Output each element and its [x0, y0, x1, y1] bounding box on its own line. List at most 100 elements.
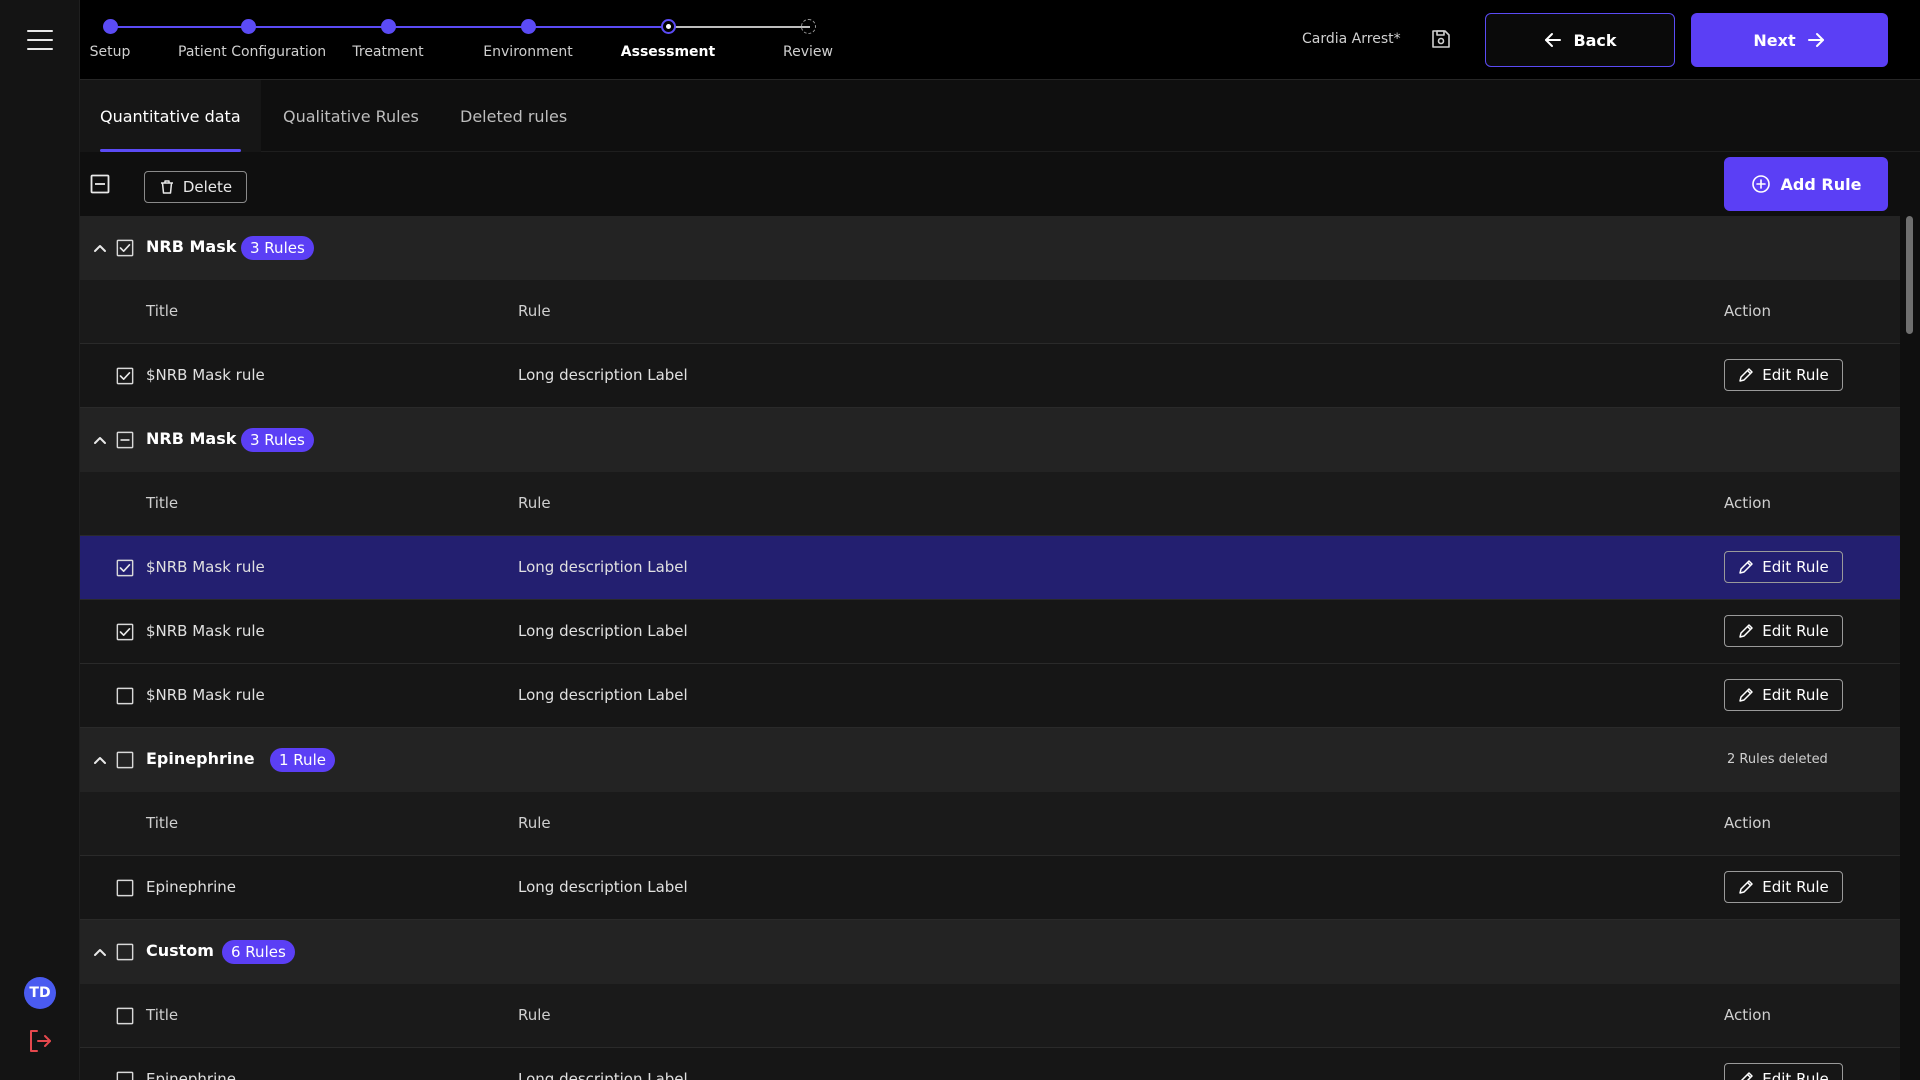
- edit-rule-button[interactable]: Edit Rule: [1724, 679, 1843, 711]
- step-patient-configuration[interactable]: Patient Configuration: [178, 0, 327, 80]
- delete-button[interactable]: Delete: [144, 171, 247, 203]
- add-rule-button[interactable]: Add Rule: [1724, 157, 1888, 211]
- edit-rule-button[interactable]: Edit Rule: [1724, 615, 1843, 647]
- column-header-rule: Rule: [518, 494, 551, 512]
- case-name: Cardia Arrest*: [1302, 31, 1401, 47]
- rule-title: $NRB Mask rule: [146, 686, 265, 704]
- rule-count-badge: 3 Rules: [241, 236, 314, 260]
- group-title: Epinephrine: [146, 749, 255, 768]
- trash-icon: [160, 180, 173, 194]
- rule-group-header[interactable]: NRB Mask 3 Rules: [80, 216, 1900, 280]
- rule-count-badge: 1 Rule: [270, 748, 335, 772]
- table-row[interactable]: $NRB Mask rule Long description Label Edit…: [80, 344, 1900, 408]
- header-checkbox[interactable]: [116, 1007, 134, 1025]
- row-checkbox[interactable]: [116, 559, 134, 577]
- step-label: Review: [783, 44, 833, 60]
- logout-icon[interactable]: [26, 1027, 54, 1055]
- rule-description: Long description Label: [518, 686, 688, 704]
- pencil-icon: [1741, 1072, 1754, 1080]
- table-row[interactable]: $NRB Mask rule Long description Label Edit…: [80, 600, 1900, 664]
- delete-button-label: Delete: [182, 178, 233, 196]
- tab-quantitative-data[interactable]: Quantitative data: [80, 80, 261, 152]
- chevron-up-icon[interactable]: [90, 942, 110, 962]
- table-row[interactable]: $NRB Mask rule Long description Label Edit…: [80, 664, 1900, 728]
- column-header-rule: Rule: [518, 302, 551, 320]
- pencil-icon: [1739, 624, 1754, 638]
- row-checkbox[interactable]: [116, 879, 134, 897]
- scrollbar-thumb[interactable]: [1906, 216, 1913, 334]
- rule-group-header[interactable]: NRB Mask 3 Rules: [80, 408, 1900, 472]
- step-label: Treatment: [352, 44, 424, 60]
- top-header: Setup Patient Configuration Treatment Envir…: [80, 0, 1920, 80]
- column-header-action: Action: [1724, 494, 1771, 512]
- rule-group-header[interactable]: Epinephrine 1 Rule 2 Rules deleted: [80, 728, 1900, 792]
- add-rule-button-label: Add Rule: [1780, 174, 1862, 194]
- table-header-row: Title Rule Action: [80, 984, 1900, 1048]
- rule-description: Long description Label: [518, 1070, 688, 1080]
- save-icon[interactable]: [1430, 28, 1452, 50]
- step-environment[interactable]: Environment: [458, 0, 598, 80]
- step-dot: [103, 19, 118, 34]
- step-dot: [521, 19, 536, 34]
- edit-rule-button[interactable]: Edit Rule: [1724, 551, 1843, 583]
- pencil-icon: [1739, 560, 1754, 574]
- group-checkbox[interactable]: [116, 239, 134, 257]
- select-all-checkbox[interactable]: [90, 174, 110, 194]
- group-title: Custom: [146, 941, 214, 960]
- table-row[interactable]: $NRB Mask rule Long description Label Edit…: [80, 536, 1900, 600]
- column-header-title: Title: [146, 494, 179, 512]
- step-dot: [241, 19, 256, 34]
- column-header-action: Action: [1724, 814, 1771, 832]
- progress-stepper: Setup Patient Configuration Treatment Envir…: [80, 0, 840, 80]
- table-header-row: Title Rule Action: [80, 792, 1900, 856]
- rule-group-header[interactable]: Custom 6 Rules: [80, 920, 1900, 984]
- table-row[interactable]: Epinephrine Long description Label Edit Ru…: [80, 856, 1900, 920]
- step-setup[interactable]: Setup: [40, 0, 180, 80]
- row-checkbox[interactable]: [116, 1071, 134, 1080]
- table-row[interactable]: Epinephrine Long description Label Edit Ru…: [80, 1048, 1900, 1080]
- step-label: Environment: [483, 44, 573, 60]
- column-header-rule: Rule: [518, 814, 551, 832]
- rule-title: $NRB Mask rule: [146, 558, 265, 576]
- rule-count-badge: 6 Rules: [222, 940, 295, 964]
- back-button[interactable]: Back: [1485, 13, 1675, 67]
- group-checkbox[interactable]: [116, 751, 134, 769]
- chevron-up-icon[interactable]: [90, 750, 110, 770]
- step-dot: [661, 19, 676, 34]
- deleted-rules-note: 2 Rules deleted: [1727, 752, 1828, 767]
- scrollbar[interactable]: [1906, 216, 1914, 1080]
- row-checkbox[interactable]: [116, 687, 134, 705]
- step-label: Patient Configuration: [178, 44, 327, 60]
- edit-rule-label: Edit Rule: [1762, 558, 1829, 576]
- column-header-title: Title: [146, 1006, 179, 1024]
- tab-deleted-rules[interactable]: Deleted rules: [440, 80, 587, 152]
- edit-rule-label: Edit Rule: [1762, 878, 1829, 896]
- chevron-up-icon[interactable]: [90, 238, 110, 258]
- rules-list: NRB Mask 3 Rules Title Rule Action $NRB Mask …: [80, 216, 1900, 1080]
- pencil-icon: [1739, 688, 1754, 702]
- step-assessment[interactable]: Assessment: [598, 0, 738, 80]
- avatar[interactable]: TD: [24, 977, 56, 1009]
- rule-title: $NRB Mask rule: [146, 622, 265, 640]
- next-button[interactable]: Next: [1691, 13, 1888, 67]
- group-checkbox[interactable]: [116, 943, 134, 961]
- column-header-rule: Rule: [518, 1006, 551, 1024]
- row-checkbox[interactable]: [116, 623, 134, 641]
- edit-rule-label: Edit Rule: [1762, 1070, 1829, 1080]
- rule-title: $NRB Mask rule: [146, 366, 265, 384]
- group-checkbox[interactable]: [116, 431, 134, 449]
- arrow-left-icon: [1545, 33, 1562, 47]
- row-checkbox[interactable]: [116, 367, 134, 385]
- edit-rule-button[interactable]: Edit Rule: [1724, 359, 1843, 391]
- chevron-up-icon[interactable]: [90, 430, 110, 450]
- edit-rule-button[interactable]: Edit Rule: [1724, 871, 1843, 903]
- table-header-row: Title Rule Action: [80, 472, 1900, 536]
- tab-qualitative-rules[interactable]: Qualitative Rules: [263, 80, 439, 152]
- column-header-title: Title: [146, 302, 179, 320]
- edit-rule-button[interactable]: Edit Rule: [1724, 1063, 1843, 1080]
- step-review[interactable]: Review: [738, 0, 878, 80]
- step-treatment[interactable]: Treatment: [318, 0, 458, 80]
- column-header-title: Title: [146, 814, 179, 832]
- back-button-label: Back: [1573, 30, 1617, 50]
- step-label: Setup: [89, 44, 131, 60]
